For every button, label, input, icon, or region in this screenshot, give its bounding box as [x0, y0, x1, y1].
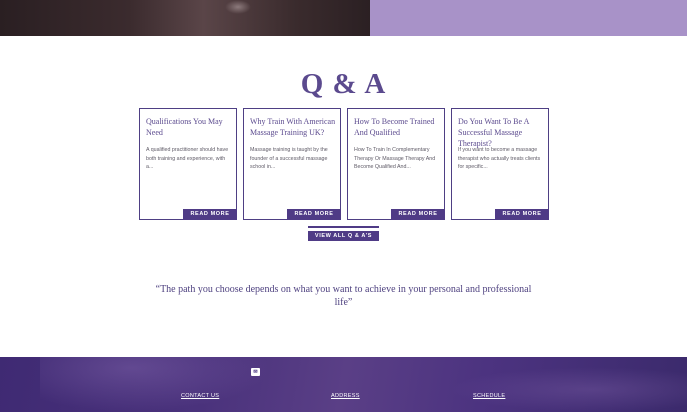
- read-more-button[interactable]: READ MORE: [183, 209, 237, 220]
- quote-text: “The path you choose depends on what you…: [155, 284, 532, 308]
- view-all-divider: [308, 226, 379, 228]
- qa-card[interactable]: How To Become Trained And Qualified How …: [347, 108, 445, 220]
- hero-accent-panel: [370, 0, 687, 36]
- footer-photo-overlay: [40, 357, 270, 412]
- envelope-icon[interactable]: ✉: [251, 368, 260, 376]
- qa-card-excerpt: A qualified practitioner should have bot…: [146, 147, 229, 170]
- qa-card[interactable]: Why Train With American Massage Training…: [243, 108, 341, 220]
- qa-card-title[interactable]: Qualifications You May Need: [146, 116, 232, 138]
- qa-card-excerpt: If you want to become a massage therapis…: [458, 147, 541, 170]
- footer-link-contact-us[interactable]: CONTACT US: [181, 393, 219, 399]
- qa-section-title: Q & A: [300, 68, 387, 100]
- qa-card-excerpt: Massage training is taught by the founde…: [250, 147, 328, 170]
- hero-banner: [0, 0, 687, 36]
- footer: [0, 357, 687, 412]
- qa-card-title[interactable]: Do You Want To Be A Successful Massage T…: [458, 116, 544, 149]
- read-more-button[interactable]: READ MORE: [287, 209, 341, 220]
- qa-card-title[interactable]: Why Train With American Massage Training…: [250, 116, 336, 138]
- footer-link-schedule[interactable]: SCHEDULE: [473, 393, 505, 399]
- read-more-button[interactable]: READ MORE: [495, 209, 549, 220]
- qa-card[interactable]: Qualifications You May Need A qualified …: [139, 108, 237, 220]
- qa-card[interactable]: Do You Want To Be A Successful Massage T…: [451, 108, 549, 220]
- footer-photo-overlay: [450, 367, 687, 412]
- qa-card-title[interactable]: How To Become Trained And Qualified: [354, 116, 440, 138]
- read-more-button[interactable]: READ MORE: [391, 209, 445, 220]
- view-all-qa-button[interactable]: VIEW ALL Q & A'S: [308, 231, 379, 241]
- qa-card-excerpt: How To Train In Complementary Therapy Or…: [354, 147, 436, 170]
- footer-link-address[interactable]: ADDRESS: [331, 393, 360, 399]
- hero-photo: [0, 0, 370, 36]
